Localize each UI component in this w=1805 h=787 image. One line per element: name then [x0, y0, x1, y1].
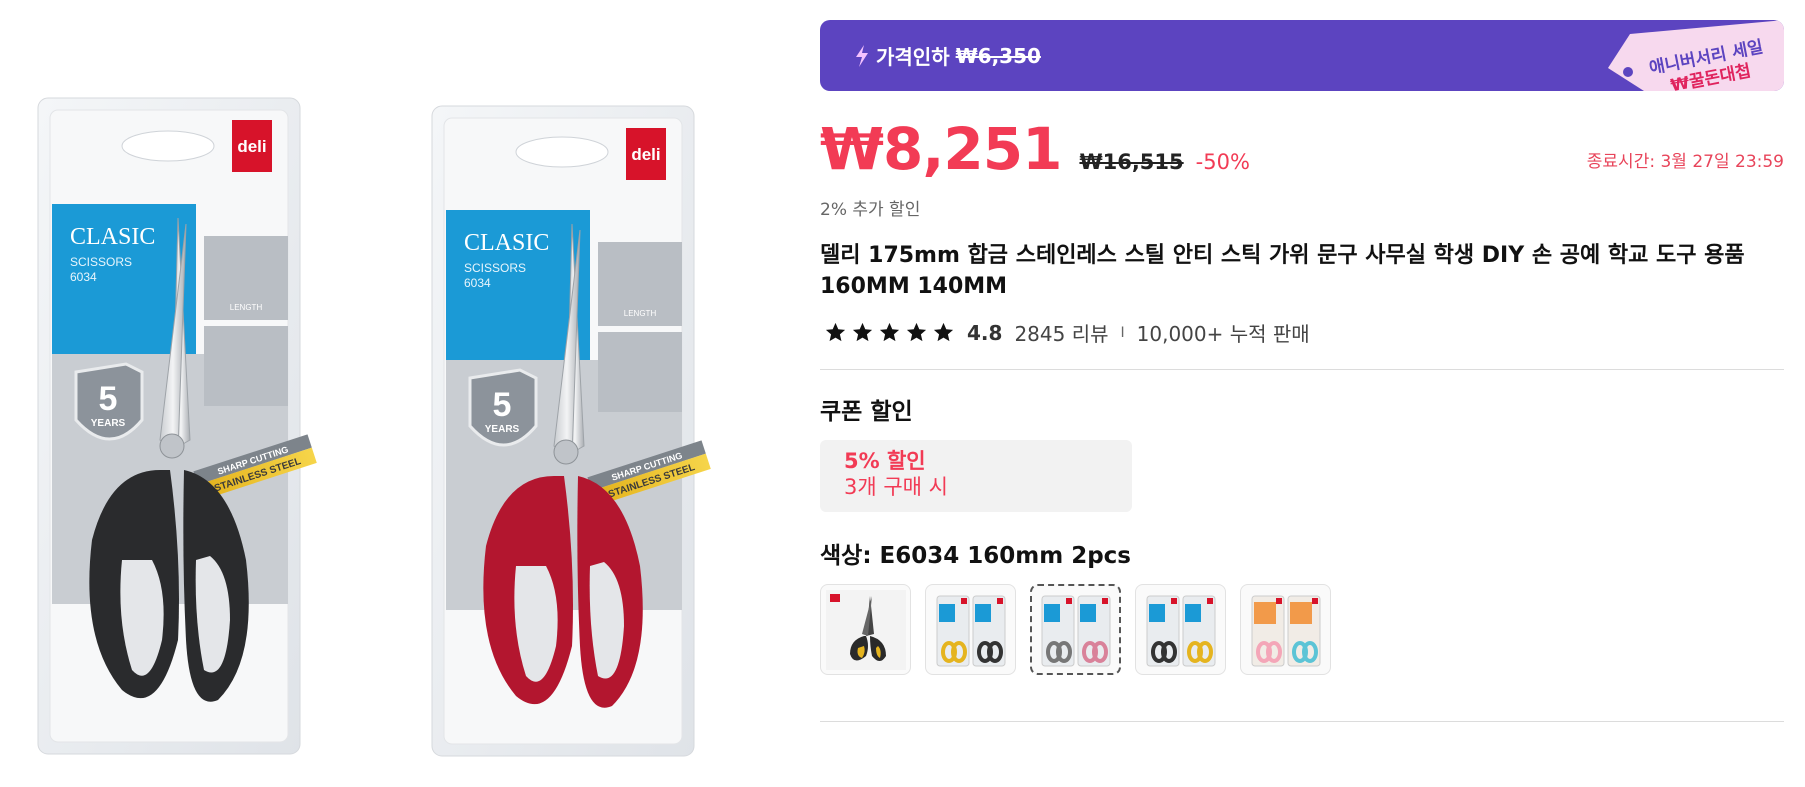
coupon-card[interactable]: 5% 할인 3개 구매 시	[820, 440, 1132, 512]
price-row: ₩8,251 ₩16,515 -50% 종료시간: 3월 27일 23:59	[820, 115, 1784, 183]
svg-text:CLASIC: CLASIC	[70, 224, 155, 250]
rating-value: 4.8	[967, 320, 1003, 345]
color-swatch-list	[820, 584, 1784, 675]
svg-text:5: 5	[99, 380, 118, 418]
svg-text:YEARS: YEARS	[91, 418, 126, 429]
discount-percent: -50%	[1195, 150, 1250, 174]
lightning-icon	[856, 44, 868, 67]
color-swatch-selected[interactable]	[1030, 584, 1121, 675]
svg-text:5: 5	[493, 386, 512, 424]
coupon-condition: 3개 구매 시	[844, 475, 948, 499]
star-icon	[933, 322, 954, 342]
product-title: 델리 175mm 합금 스테인레스 스틸 안티 스틱 가위 문구 사무실 학생 …	[820, 243, 1745, 299]
svg-text:CLASIC: CLASIC	[464, 230, 549, 256]
color-swatch[interactable]	[925, 584, 1016, 675]
separator: I	[1120, 324, 1125, 341]
svg-text:6034: 6034	[70, 270, 97, 284]
promo-label: 가격인하	[876, 45, 950, 69]
pack-red: deli CLASIC SCISSORS 6034 5 YEARS LENGTH…	[431, 105, 711, 757]
svg-text:6034: 6034	[464, 276, 491, 290]
star-icon	[825, 322, 846, 342]
review-count-link[interactable]: 2845 리뷰	[1014, 318, 1108, 347]
color-swatch[interactable]	[1240, 584, 1331, 675]
color-swatch[interactable]	[1135, 584, 1226, 675]
brand-logo-text: deli	[237, 137, 266, 156]
coupon-section-title: 쿠폰 할인	[820, 399, 913, 425]
star-icon	[879, 322, 900, 342]
rating-row[interactable]: 4.8 2845 리뷰 I 10,000+ 누적 판매	[820, 318, 1784, 347]
swatch-image	[1146, 595, 1215, 666]
star-icon	[852, 322, 873, 342]
divider	[820, 721, 1784, 722]
anniversary-sale-tag: 애니버서리 세일 ₩꿀돈대첩	[1584, 20, 1784, 91]
pack-black: deli CLASIC SCISSORS 6034 5 YEARS LENGTH…	[37, 97, 317, 755]
color-option-label: 색상: E6034 160mm 2pcs	[820, 543, 1131, 569]
svg-text:SCISSORS: SCISSORS	[70, 255, 132, 269]
swatch-image	[1041, 595, 1110, 666]
coupon-percent: 5% 할인	[844, 449, 926, 473]
svg-text:deli: deli	[631, 145, 660, 164]
swatch-image	[825, 589, 906, 670]
extra-discount: 2% 추가 할인	[820, 200, 921, 220]
product-main-image[interactable]: deli CLASIC SCISSORS 6034 5 YEARS LENGTH…	[0, 0, 790, 787]
product-detail-panel: 가격인하 ₩6,350 애니버서리 세일 ₩꿀돈대첩 ₩8,251 ₩16,51…	[820, 20, 1784, 722]
original-price: ₩16,515	[1079, 150, 1184, 174]
swatch-image	[1251, 595, 1320, 666]
swatch-image	[936, 595, 1005, 666]
svg-text:YEARS: YEARS	[485, 424, 520, 435]
color-swatch[interactable]	[820, 584, 911, 675]
current-price: ₩8,251	[820, 115, 1062, 183]
promo-banner[interactable]: 가격인하 ₩6,350 애니버서리 세일 ₩꿀돈대첩	[820, 20, 1784, 91]
sold-count: 10,000+ 누적 판매	[1136, 322, 1310, 346]
promo-old-price: ₩6,350	[955, 43, 1041, 68]
star-icon	[906, 322, 927, 342]
svg-text:SCISSORS: SCISSORS	[464, 261, 526, 275]
star-rating	[824, 321, 955, 344]
svg-text:LENGTH: LENGTH	[230, 303, 263, 312]
svg-text:LENGTH: LENGTH	[624, 309, 657, 318]
divider	[820, 369, 1784, 370]
scissors-packs-image: deli CLASIC SCISSORS 6034 5 YEARS LENGTH…	[37, 97, 711, 757]
sale-end-time: 종료시간: 3월 27일 23:59	[1586, 152, 1784, 172]
